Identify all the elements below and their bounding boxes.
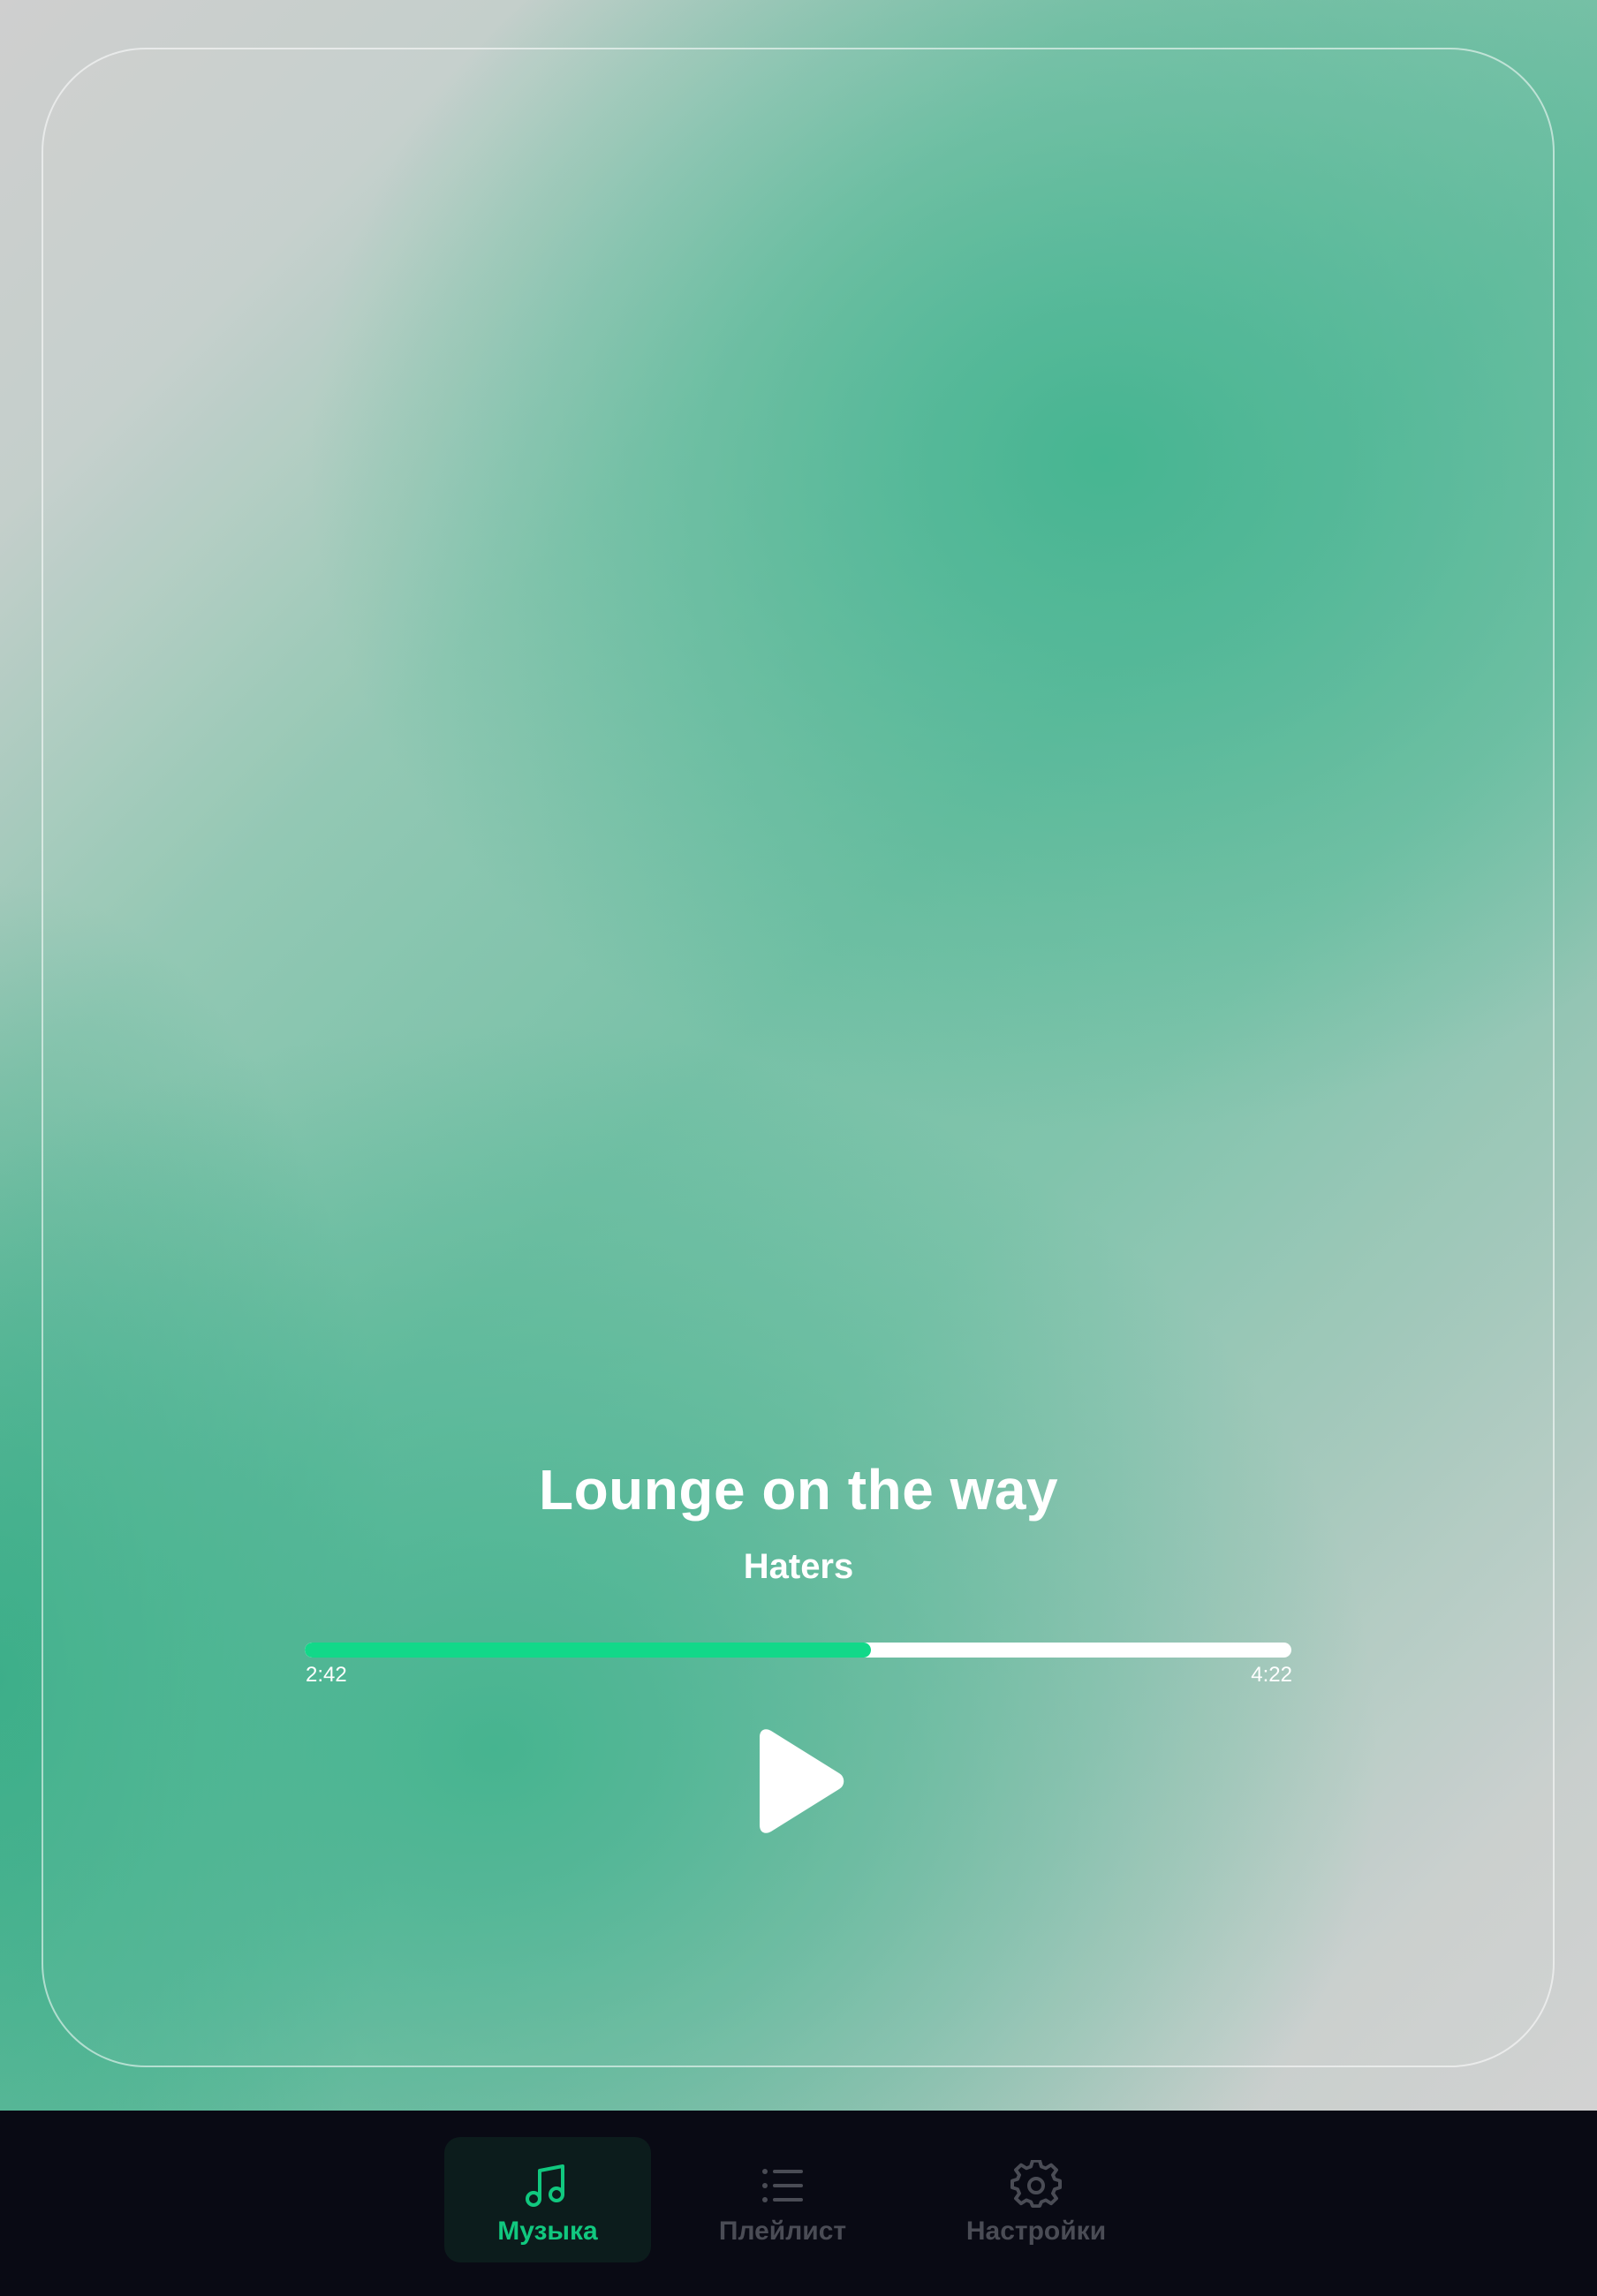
play-button[interactable] xyxy=(744,1726,853,1836)
nav-item-label: Настройки xyxy=(965,2217,1107,2246)
nav-item-music[interactable]: Музыка xyxy=(444,2137,651,2262)
nav-item-label: Музыка xyxy=(497,2217,598,2246)
music-note-icon xyxy=(526,2164,564,2207)
current-time: 2:42 xyxy=(306,1663,347,1687)
progress-bar-fill xyxy=(305,1643,872,1658)
nav-item-playlist[interactable]: Плейлист xyxy=(690,2137,875,2262)
play-icon xyxy=(760,1729,844,1833)
music-player-app: Lounge on the way Haters 2:42 4:22 Музык… xyxy=(0,0,1597,2296)
progress-bar[interactable] xyxy=(305,1643,1291,1658)
nav-item-label: Плейлист xyxy=(718,2217,847,2246)
track-title: Lounge on the way xyxy=(538,1458,1059,1522)
bottom-navigation: Музыка Плейлист Настройки xyxy=(0,2111,1597,2296)
nav-item-settings[interactable]: Настройки xyxy=(935,2137,1138,2262)
track-artist: Haters xyxy=(743,1547,854,1586)
list-icon xyxy=(762,2169,803,2202)
gear-icon xyxy=(1010,2160,1062,2209)
total-time: 4:22 xyxy=(1251,1663,1292,1687)
